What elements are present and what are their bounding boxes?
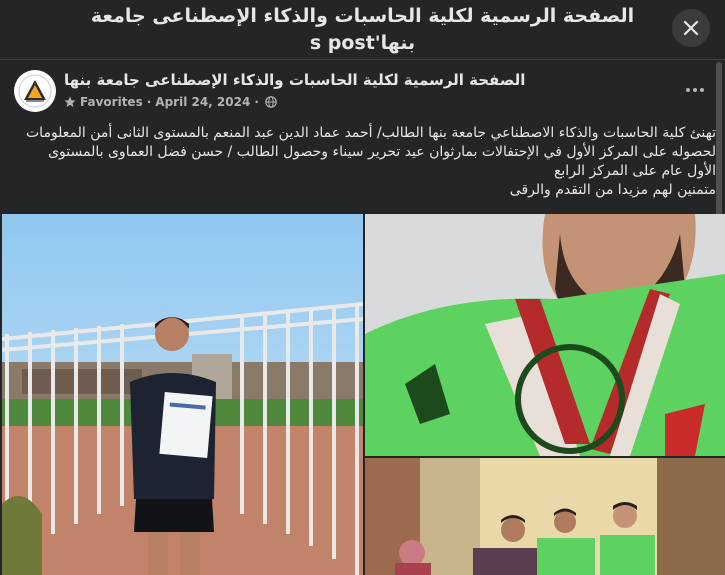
globe-icon[interactable] (265, 96, 277, 108)
close-button[interactable] (672, 9, 710, 47)
meta-separator: · (254, 95, 259, 109)
favorites-star-icon (64, 96, 76, 107)
page-avatar[interactable] (14, 70, 56, 112)
photo-grid (0, 214, 725, 575)
close-icon (683, 20, 699, 36)
post-body-text: تهنئ كلية الحاسبات والذكاء الاصطناعي جام… (18, 124, 716, 200)
page-name-link[interactable]: الصفحة الرسمية لكلية الحاسبات والذكاء ال… (64, 70, 525, 90)
photo-student-with-certificate[interactable] (2, 214, 363, 575)
more-options-button[interactable] (680, 80, 710, 100)
post-text-line: تهنئ كلية الحاسبات والذكاء الاصطناعي جام… (26, 125, 716, 179)
photo-group[interactable] (365, 458, 725, 575)
post-text-line: متمنين لهم مزيدا من التقدم والرقى (509, 182, 716, 198)
post-dialog: الصفحة الرسمية لكلية الحاسبات والذكاء ال… (0, 0, 725, 575)
dialog-title: الصفحة الرسمية لكلية الحاسبات والذكاء ال… (90, 5, 635, 54)
university-logo-icon (18, 74, 52, 108)
dialog-header: الصفحة الرسمية لكلية الحاسبات والذكاء ال… (0, 0, 725, 60)
meta-separator: · (146, 95, 152, 109)
audience-label[interactable]: Favorites (80, 95, 143, 109)
post-header: الصفحة الرسمية لكلية الحاسبات والذكاء ال… (0, 61, 725, 121)
photo-student-with-medal[interactable] (365, 214, 725, 456)
post-meta: Favorites · April 24, 2024 · (64, 94, 277, 110)
more-dots-icon (686, 88, 690, 92)
post-date[interactable]: April 24, 2024 (155, 95, 250, 109)
